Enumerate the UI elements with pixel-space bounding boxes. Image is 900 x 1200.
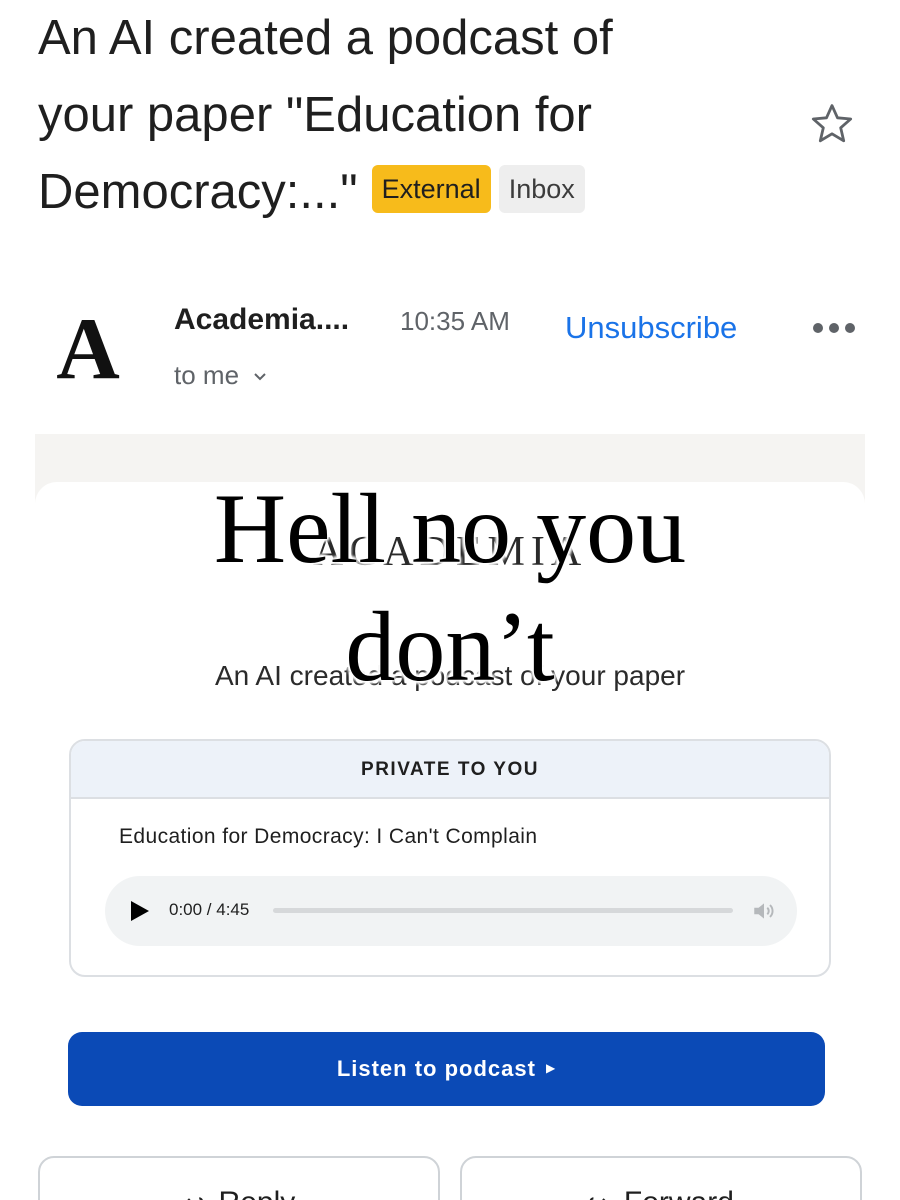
progress-bar[interactable]	[273, 908, 733, 913]
subject-line-2: your paper "Education for	[38, 88, 593, 142]
inbox-label[interactable]: Inbox	[498, 165, 585, 214]
private-podcast-box: PRIVATE TO YOU Education for Democracy: …	[69, 739, 831, 977]
audio-player: 0:00 / 4:45	[105, 876, 797, 946]
reply-arrow-icon: ↩	[183, 1188, 205, 1200]
sent-time: 10:35 AM	[400, 306, 510, 336]
paper-title: Education for Democracy: I Can't Complai…	[119, 825, 538, 848]
meme-caption: Hell no you don’t	[0, 470, 900, 706]
more-options-icon[interactable]	[810, 314, 858, 342]
play-icon[interactable]	[127, 899, 151, 923]
forward-arrow-icon: ↪	[588, 1188, 610, 1200]
star-icon[interactable]	[808, 100, 856, 148]
forward-button[interactable]: ↪ Forward	[460, 1156, 862, 1200]
caption-line-1: Hell no you	[213, 473, 687, 584]
subject-line-3: Democracy:..." External Inbox	[38, 154, 778, 231]
chevron-down-icon	[254, 373, 266, 381]
volume-icon[interactable]	[751, 898, 777, 924]
recipient-text: to me	[174, 360, 240, 390]
caption-line-2: don’t	[345, 591, 555, 702]
reply-label: Reply	[219, 1186, 296, 1200]
play-triangle-icon: ▶	[545, 1061, 557, 1076]
subject-line-1: An AI created a podcast of	[38, 11, 613, 65]
player-time: 0:00 / 4:45	[169, 900, 250, 919]
sender-avatar: A	[56, 301, 120, 398]
email-subject: An AI created a podcast of your paper "E…	[38, 0, 778, 231]
external-label: External	[371, 165, 491, 214]
sender-name[interactable]: Academia....	[174, 303, 349, 337]
cta-label: Listen to podcast	[336, 1056, 536, 1081]
forward-label: Forward	[624, 1186, 734, 1200]
unsubscribe-link[interactable]: Unsubscribe	[565, 310, 737, 346]
reply-button[interactable]: ↩ Reply	[38, 1156, 440, 1200]
private-header: PRIVATE TO YOU	[71, 741, 829, 799]
listen-to-podcast-button[interactable]: Listen to podcast ▶	[68, 1032, 825, 1106]
recipient-details[interactable]: to me	[174, 360, 268, 391]
subject-line-3-text: Democracy:..."	[38, 165, 358, 219]
